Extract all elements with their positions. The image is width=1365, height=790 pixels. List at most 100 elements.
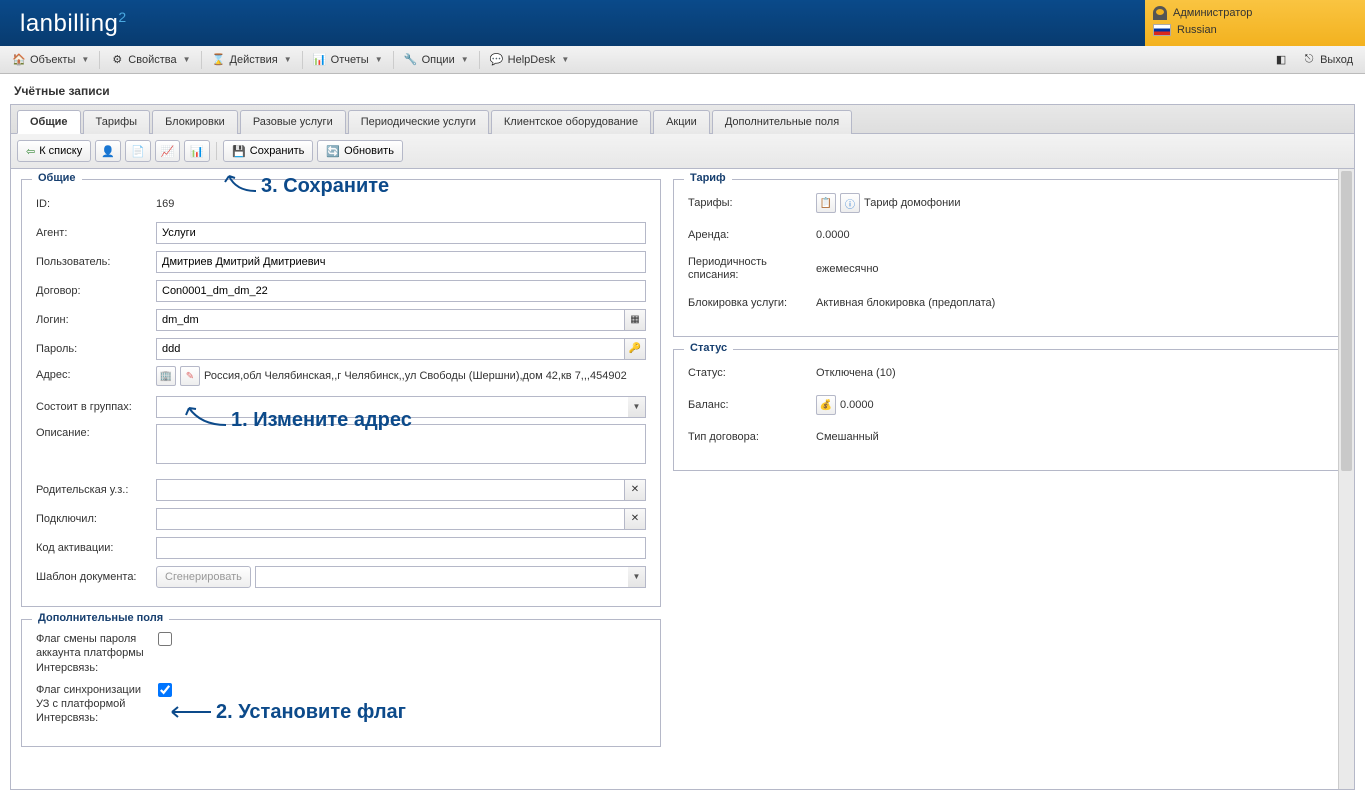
login-list-button[interactable]: ▦ xyxy=(624,309,646,331)
refresh-button[interactable]: 🔄Обновить xyxy=(317,140,403,162)
label-tariffs: Тарифы: xyxy=(688,197,816,209)
user-input[interactable] xyxy=(156,251,646,273)
label-doctpl: Шаблон документа: xyxy=(36,571,156,583)
general-fieldset: Общие ID:169 Агент: Пользователь: Догово… xyxy=(21,179,661,607)
value-id: 169 xyxy=(156,198,646,210)
document-button[interactable]: 📄 xyxy=(125,140,151,162)
doctpl-dropdown[interactable]: ▼ xyxy=(628,566,646,588)
lang-name: Russian xyxy=(1177,24,1217,36)
label-groups: Состоит в группах: xyxy=(36,401,156,413)
chart-icon: 📊 xyxy=(313,53,327,67)
linechart-icon: 📈 xyxy=(161,145,175,158)
menu-properties[interactable]: ⚙Свойства▼ xyxy=(104,50,196,70)
tab-onetime[interactable]: Разовые услуги xyxy=(240,110,346,134)
refresh-icon: 🔄 xyxy=(326,145,340,158)
user-name: Администратор xyxy=(1173,7,1252,19)
menu-reports[interactable]: 📊Отчеты▼ xyxy=(307,50,389,70)
hourglass-icon: ⌛ xyxy=(212,53,226,67)
chart-button[interactable]: 📈 xyxy=(155,140,181,162)
separator xyxy=(302,51,303,69)
tab-addons[interactable]: Дополнительные поля xyxy=(712,110,852,134)
generate-button[interactable]: Сгенерировать xyxy=(156,566,251,588)
actcode-input[interactable] xyxy=(156,537,646,559)
separator xyxy=(99,51,100,69)
separator xyxy=(216,142,217,160)
parent-clear-button[interactable]: ✕ xyxy=(624,479,646,501)
tab-tariffs[interactable]: Тарифы xyxy=(83,110,151,134)
doctpl-input[interactable] xyxy=(255,566,628,588)
menu-collapse[interactable]: ◧ xyxy=(1268,50,1294,70)
label-contract-type: Тип договора: xyxy=(688,431,816,443)
address-edit-button[interactable]: 🏢 xyxy=(156,366,176,386)
contract-input[interactable] xyxy=(156,280,646,302)
barchart-icon: 📊 xyxy=(190,145,204,158)
legend-status: Статус xyxy=(684,342,733,354)
flag-icon xyxy=(1153,24,1171,36)
right-column: Тариф Тарифы: 📋 ⓘ Тариф домофонии Аренда… xyxy=(673,179,1344,779)
label-contract: Договор: xyxy=(36,285,156,297)
tariff-info-button[interactable]: ⓘ xyxy=(840,193,860,213)
description-input[interactable] xyxy=(156,424,646,464)
value-balance: 0.0000 xyxy=(840,399,874,411)
flag1-checkbox[interactable] xyxy=(158,632,172,646)
menu-exit[interactable]: ⎋Выход xyxy=(1296,50,1359,70)
label-user: Пользователь: xyxy=(36,256,156,268)
user-row[interactable]: Администратор xyxy=(1153,4,1357,22)
label-actcode: Код активации: xyxy=(36,542,156,554)
wrench-icon: 🔧 xyxy=(404,53,418,67)
tab-equipment[interactable]: Клиентское оборудование xyxy=(491,110,651,134)
to-list-button[interactable]: ⇦К списку xyxy=(17,140,91,162)
user-icon xyxy=(1153,6,1167,20)
page-title: Учётные записи xyxy=(0,74,1365,104)
tab-blocks[interactable]: Блокировки xyxy=(152,110,238,134)
menu-options[interactable]: 🔧Опции▼ xyxy=(398,50,475,70)
password-input[interactable] xyxy=(156,338,624,360)
home-icon: 🏠 xyxy=(12,53,26,67)
groups-dropdown[interactable]: ▼ xyxy=(628,396,646,418)
help-icon: 💬 xyxy=(490,53,504,67)
tariff-edit-button[interactable]: 📋 xyxy=(816,193,836,213)
tab-periodic[interactable]: Периодические услуги xyxy=(348,110,489,134)
scrollbar[interactable] xyxy=(1338,169,1354,789)
legend-tariff: Тариф xyxy=(684,172,732,184)
back-icon: ⇦ xyxy=(26,145,35,158)
connected-input[interactable] xyxy=(156,508,624,530)
tab-general[interactable]: Общие xyxy=(17,110,81,134)
login-input[interactable] xyxy=(156,309,624,331)
save-button[interactable]: 💾Сохранить xyxy=(223,140,313,162)
brand-logo: lanbilling2 xyxy=(20,9,127,38)
separator xyxy=(201,51,202,69)
tab-promo[interactable]: Акции xyxy=(653,110,710,134)
label-rent: Аренда: xyxy=(688,229,816,241)
label-description: Описание: xyxy=(36,424,156,439)
legend-general: Общие xyxy=(32,172,82,184)
status-fieldset: Статус Статус:Отключена (10) Баланс:💰0.0… xyxy=(673,349,1344,471)
tabs-strip: Общие Тарифы Блокировки Разовые услуги П… xyxy=(11,105,1354,134)
scrollbar-thumb[interactable] xyxy=(1341,171,1352,471)
label-balance: Баланс: xyxy=(688,399,816,411)
agent-input[interactable] xyxy=(156,222,646,244)
connected-clear-button[interactable]: ✕ xyxy=(624,508,646,530)
label-flag2: Флаг синхронизации УЗ с платформой Интер… xyxy=(36,683,146,726)
content-area: Общие ID:169 Агент: Пользователь: Догово… xyxy=(11,169,1354,789)
menu-objects[interactable]: 🏠Объекты▼ xyxy=(6,50,95,70)
lang-row[interactable]: Russian xyxy=(1153,22,1357,38)
value-block: Активная блокировка (предоплата) xyxy=(816,297,1329,309)
groups-input[interactable] xyxy=(156,396,628,418)
label-login: Логин: xyxy=(36,314,156,326)
menu-actions[interactable]: ⌛Действия▼ xyxy=(206,50,298,70)
menu-helpdesk[interactable]: 💬HelpDesk▼ xyxy=(484,50,576,70)
label-id: ID: xyxy=(36,198,156,210)
balance-edit-button[interactable]: 💰 xyxy=(816,395,836,415)
password-key-button[interactable]: 🔑 xyxy=(624,338,646,360)
address-clear-button[interactable]: ✎ xyxy=(180,366,200,386)
legend-addons: Дополнительные поля xyxy=(32,612,169,624)
barchart-button[interactable]: 📊 xyxy=(184,140,210,162)
exit-icon: ⎋ xyxy=(1302,53,1316,67)
flag2-checkbox[interactable] xyxy=(158,683,172,697)
document-icon: 📄 xyxy=(131,145,145,158)
label-password: Пароль: xyxy=(36,343,156,355)
parent-input[interactable] xyxy=(156,479,624,501)
user-detail-button[interactable]: 👤 xyxy=(95,140,121,162)
separator xyxy=(393,51,394,69)
